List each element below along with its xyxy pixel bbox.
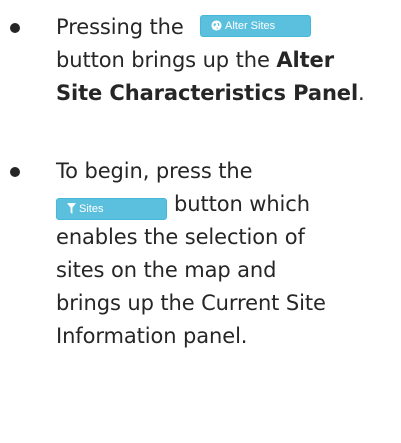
globe-icon xyxy=(211,20,222,31)
item2-line3: enables the selection of xyxy=(56,222,305,252)
item1-prefix: Pressing the xyxy=(56,15,184,39)
item2-line4: sites on the map and xyxy=(56,255,276,285)
item2-line1-text: To begin, press the xyxy=(56,159,253,183)
item2-line6: Information panel. xyxy=(56,321,247,351)
bullet-1 xyxy=(10,23,20,33)
item1-line2-bold: Alter xyxy=(276,48,334,72)
item2-line2-text: button which xyxy=(174,192,310,216)
alter-sites-button-label: Alter Sites xyxy=(225,20,276,33)
item2-line2: button which xyxy=(174,189,310,219)
sites-filter-button[interactable]: Sites xyxy=(56,198,167,220)
item2-line5: brings up the Current Site xyxy=(56,288,326,318)
instruction-document: Pressing the Alter Sites button brings u… xyxy=(0,0,401,443)
item1-line3: Site Characteristics Panel. xyxy=(56,78,365,108)
item2-line4-text: sites on the map and xyxy=(56,258,277,282)
sites-filter-button-label: Sites xyxy=(79,203,104,216)
filter-icon xyxy=(67,202,76,214)
item2-line6-text: Information panel. xyxy=(56,324,248,348)
item1-line2-text: button brings up the xyxy=(56,48,277,72)
item2-line3-text: enables the selection of xyxy=(56,225,305,249)
bullet-2 xyxy=(10,167,20,177)
item1-line3-tail: . xyxy=(358,81,365,105)
item2-line1: To begin, press the xyxy=(56,156,253,186)
item1-line3-bold: Site Characteristics Panel xyxy=(56,81,359,105)
item1-line2: button brings up the Alter xyxy=(56,45,334,75)
alter-sites-button[interactable]: Alter Sites xyxy=(200,15,311,37)
item1-line1: Pressing the xyxy=(56,12,184,42)
item2-line5-text: brings up the Current Site xyxy=(56,291,326,315)
